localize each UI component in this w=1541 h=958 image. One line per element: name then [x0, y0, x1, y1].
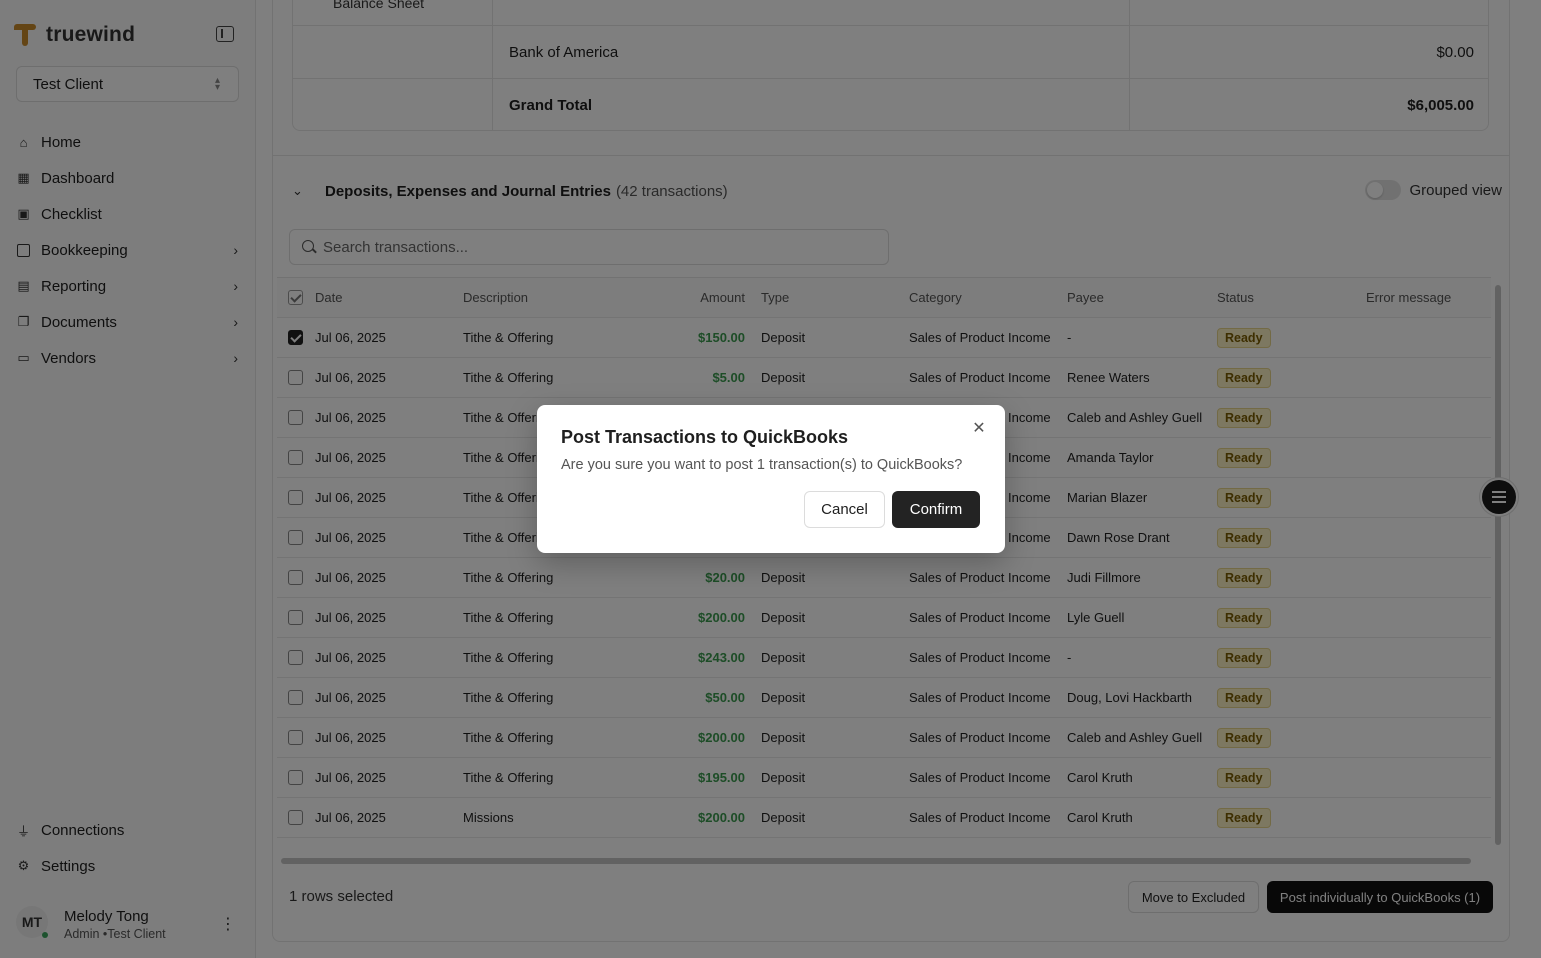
- cancel-button[interactable]: Cancel: [804, 491, 885, 528]
- dialog-title: Post Transactions to QuickBooks: [561, 427, 849, 447]
- close-icon[interactable]: ✕: [970, 420, 988, 438]
- confirm-button[interactable]: Confirm: [892, 491, 980, 528]
- post-transactions-dialog: Post Transactions to QuickBooks Are you …: [537, 405, 1005, 553]
- dialog-message: Are you sure you want to post 1 transact…: [561, 457, 963, 473]
